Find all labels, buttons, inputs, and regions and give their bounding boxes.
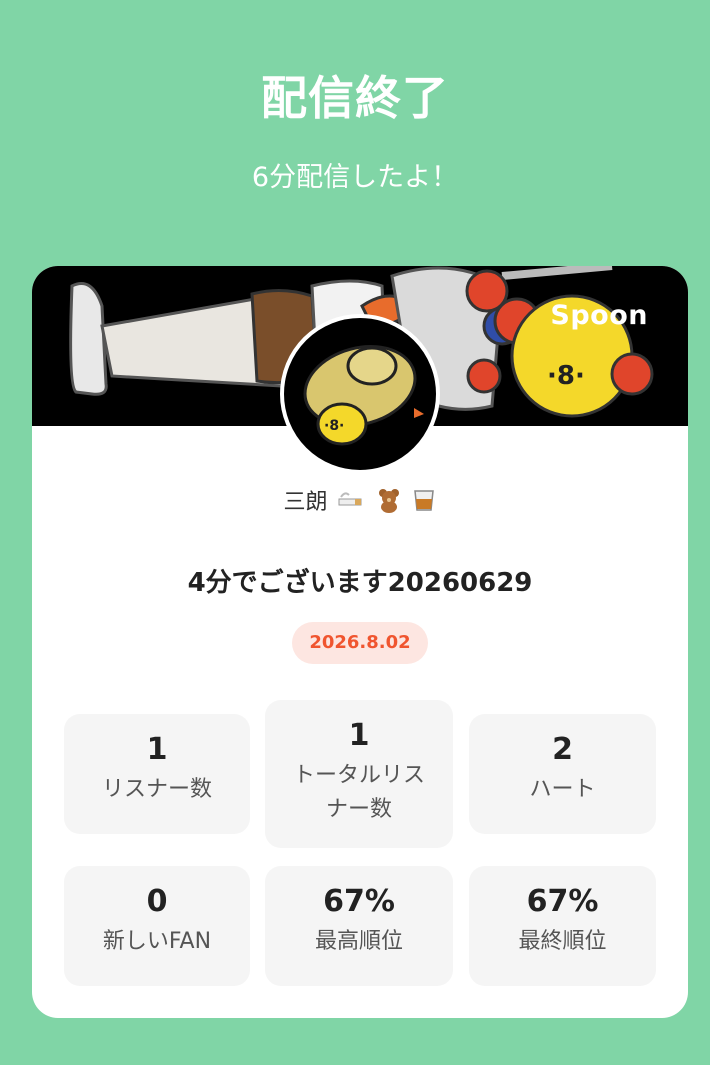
header-title: 配信終了	[261, 71, 449, 125]
svg-text:·8·: ·8·	[324, 418, 344, 434]
date-badge: 2026.8.02	[292, 622, 428, 664]
stat-label: ハート	[529, 777, 596, 802]
live-title: 4分でございます20260629	[187, 568, 533, 598]
stat-label: 最終順位	[518, 929, 607, 954]
stat-highest-rank: 67% 最高順位	[265, 866, 453, 986]
username: 三朗	[283, 490, 328, 515]
avatar[interactable]: ·8·	[280, 314, 440, 474]
stat-value: 67%	[526, 884, 599, 919]
stat-label: リスナー数	[101, 777, 212, 802]
stat-hearts: 2 ハート	[469, 714, 656, 834]
stat-total-listeners: 1 トータルリスナー数	[265, 700, 453, 848]
cigarette-icon	[337, 489, 367, 517]
live-summary-card: ·8· Spoon ·8· 三朗 4分でございます20260629 2026.8…	[32, 266, 688, 1018]
avatar-illustration: ·8·	[303, 345, 424, 446]
stat-value: 1	[146, 732, 168, 767]
stat-value: 1	[348, 718, 370, 753]
stat-final-rank: 67% 最終順位	[469, 866, 656, 986]
stat-label: 最高順位	[314, 929, 403, 954]
teddy-bear-icon	[376, 487, 402, 519]
username-row: 三朗	[32, 484, 688, 519]
stat-value: 0	[146, 884, 168, 919]
stat-value: 2	[552, 732, 573, 767]
stat-listeners: 1 リスナー数	[64, 714, 250, 834]
whiskey-glass-icon	[411, 487, 437, 519]
svg-text:·8·: ·8·	[547, 361, 585, 391]
stat-label: 新しいFAN	[102, 929, 212, 954]
spoon-logo: Spoon	[550, 300, 648, 331]
stat-new-fans: 0 新しいFAN	[64, 866, 250, 986]
stat-value: 67%	[323, 884, 395, 919]
header-subtitle: 6分配信したよ！	[251, 162, 459, 193]
stat-label: トータルリスナー数	[292, 763, 425, 822]
